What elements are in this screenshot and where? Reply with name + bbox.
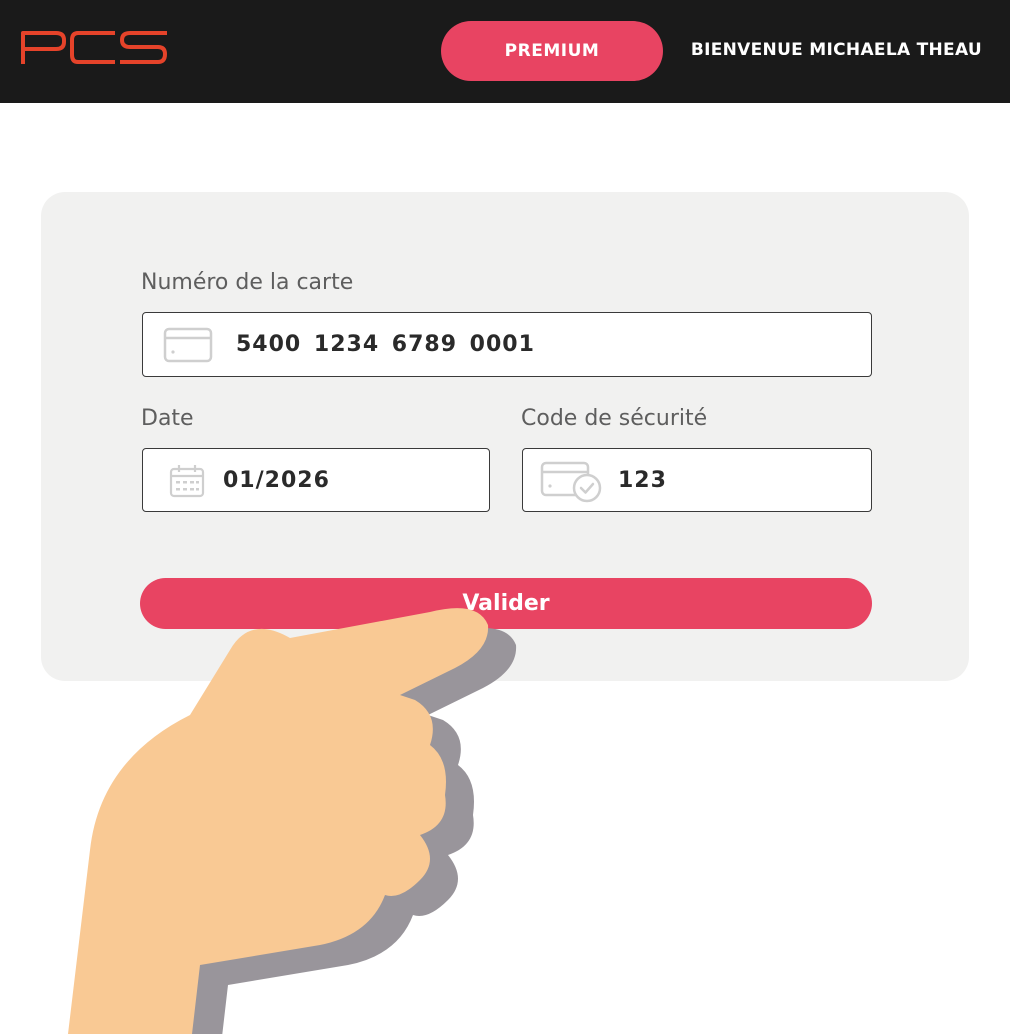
expiry-date-value: 01/2026: [223, 467, 330, 493]
credit-card-icon: [163, 327, 213, 363]
premium-button[interactable]: PREMIUM: [441, 21, 663, 81]
expiry-date-field[interactable]: 01/2026: [142, 448, 490, 512]
welcome-message: BIENVENUE MICHAELA THEAU: [690, 40, 982, 60]
card-number-field[interactable]: 5400 1234 6789 0001: [142, 312, 872, 377]
security-code-value: 123: [618, 467, 667, 493]
card-number-value: 5400 1234 6789 0001: [236, 332, 535, 357]
security-code-field[interactable]: 123: [522, 448, 872, 512]
top-navigation-bar: PREMIUM BIENVENUE MICHAELA THEAU: [0, 0, 1010, 103]
pcs-logo[interactable]: [20, 30, 168, 64]
card-number-label: Numéro de la carte: [141, 270, 354, 295]
calendar-icon: [169, 465, 205, 498]
card-verified-icon: [540, 461, 602, 503]
security-code-label: Code de sécurité: [521, 406, 708, 431]
date-label: Date: [141, 406, 194, 431]
validate-button[interactable]: Valider: [140, 578, 872, 629]
